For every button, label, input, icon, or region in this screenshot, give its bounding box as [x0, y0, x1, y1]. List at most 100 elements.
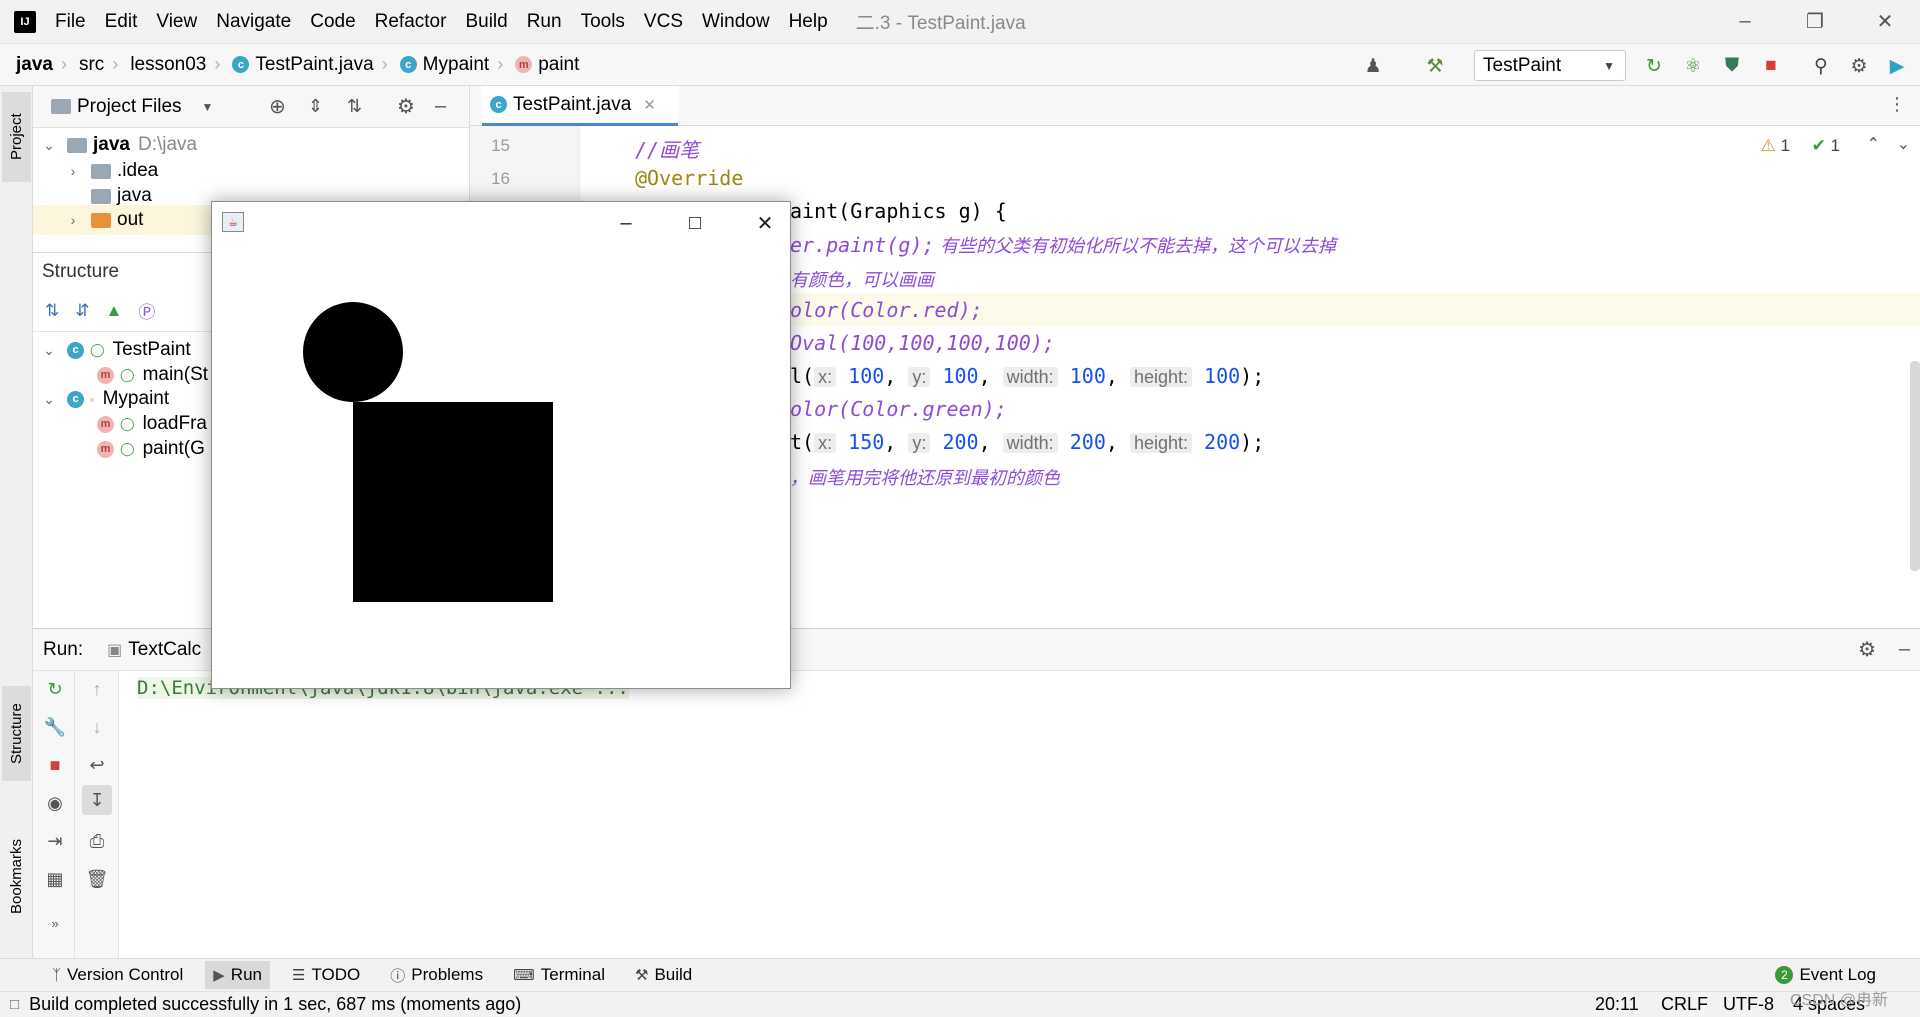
more-icon[interactable]: »	[43, 911, 67, 935]
project-panel-header: Project Files ▼ ⊕ ⇕ ⇅ ⚙ –	[33, 86, 469, 128]
tool-version-control[interactable]: ᛉ Version Control	[44, 961, 191, 989]
hide-panel-icon[interactable]: –	[1899, 638, 1910, 661]
tool-todo[interactable]: ☰ TODO	[284, 961, 368, 989]
code-comment: 有些的父类有初始化所以不能去掉，这个可以去掉	[940, 236, 1337, 256]
breadcrumb-project[interactable]: java	[16, 54, 53, 76]
bookmarks-tool-tab[interactable]: Bookmarks	[2, 826, 31, 926]
warning-indicator[interactable]: ⚠ 1	[1761, 136, 1790, 156]
tool-build[interactable]: ⚒ Build	[627, 961, 700, 989]
breadcrumb-file[interactable]: c TestPaint.java	[232, 53, 374, 76]
hide-panel-icon[interactable]: –	[435, 95, 446, 118]
run-configuration-selector[interactable]: TestPaint ▼	[1474, 50, 1626, 81]
line-separator[interactable]: CRLF	[1661, 994, 1708, 1015]
expand-all-icon[interactable]: ⇕	[308, 96, 323, 117]
settings-gear-icon[interactable]: ⚙	[1858, 637, 1876, 662]
structure-item-label: Mypaint	[102, 388, 170, 409]
close-button[interactable]: ✕	[1865, 6, 1905, 36]
arrow-down-icon[interactable]: ↓	[85, 715, 109, 739]
settings-gear-icon[interactable]: ⚙	[1848, 55, 1870, 77]
arrow-up-icon[interactable]: ↑	[85, 677, 109, 701]
tool-problems[interactable]: ⓘ Problems	[382, 961, 491, 990]
code-token: );	[1240, 430, 1265, 454]
java-frame-window[interactable]: ☕ – □ ✕	[211, 201, 791, 689]
coverage-shield-icon[interactable]: ⛊	[1721, 55, 1743, 77]
search-icon[interactable]: ⚲	[1810, 55, 1832, 77]
close-tab-icon[interactable]: ✕	[643, 96, 656, 114]
print-icon[interactable]: ⎙	[85, 829, 109, 853]
java-frame-titlebar[interactable]: ☕ – □ ✕	[212, 202, 790, 242]
breadcrumb-class[interactable]: c Mypaint	[399, 54, 489, 76]
menu-edit[interactable]: Edit	[105, 11, 138, 33]
chevron-down-icon: ⌄	[43, 341, 55, 358]
file-encoding[interactable]: UTF-8	[1723, 994, 1774, 1015]
layout-icon[interactable]: ▦	[43, 867, 67, 891]
tool-terminal[interactable]: ⌨ Terminal	[505, 961, 613, 989]
breadcrumb-separator: ›	[214, 54, 221, 74]
caret-position[interactable]: 20:11	[1595, 994, 1639, 1015]
collapse-all-icon[interactable]: ⇅	[347, 96, 362, 117]
menu-build[interactable]: Build	[465, 11, 507, 33]
menu-help[interactable]: Help	[789, 11, 828, 33]
editor-tab-testpaint[interactable]: c TestPaint.java ✕	[482, 86, 678, 126]
tree-item-label: java	[117, 185, 152, 206]
frame-close-button[interactable]: ✕	[742, 206, 788, 240]
show-inherited-icon[interactable]: ▲	[106, 301, 123, 321]
sort-by-visibility-icon[interactable]: ⇅	[45, 301, 59, 321]
frame-maximize-button[interactable]: □	[672, 206, 718, 240]
editor-scrollbar[interactable]	[1910, 361, 1920, 571]
editor-tab-label: TestPaint.java	[513, 93, 632, 115]
menu-vcs[interactable]: VCS	[644, 11, 683, 33]
wrench-icon[interactable]: 🔧	[43, 715, 67, 739]
breadcrumb-src[interactable]: src	[79, 54, 104, 76]
settings-gear-icon[interactable]: ⚙	[397, 94, 415, 119]
menu-run[interactable]: Run	[527, 11, 562, 33]
user-icon[interactable]: ♟	[1362, 55, 1384, 77]
more-options-icon[interactable]: ⋮	[1888, 94, 1906, 115]
menu-navigate[interactable]: Navigate	[216, 11, 291, 33]
structure-tool-tab[interactable]: Structure	[2, 686, 31, 781]
scroll-to-end-icon[interactable]: ↧	[82, 785, 112, 815]
ok-indicator[interactable]: ✔ 1	[1812, 136, 1840, 156]
minimize-button[interactable]: –	[1725, 6, 1765, 36]
chevron-up-icon[interactable]: ⌃	[1867, 134, 1880, 154]
navigation-bar: java › src › lesson03 › c TestPaint.java …	[0, 43, 1920, 86]
locate-crosshair-icon[interactable]: ⊕	[269, 94, 286, 119]
soft-wrap-icon[interactable]: ↩	[85, 753, 109, 777]
camera-icon[interactable]: ◉	[43, 791, 67, 815]
project-view-selector[interactable]: Project Files	[77, 96, 182, 118]
line-number: 15	[491, 136, 510, 155]
rerun-icon[interactable]: ↻	[1643, 55, 1665, 77]
stop-icon[interactable]: ■	[1760, 55, 1782, 77]
stop-icon[interactable]: ■	[43, 753, 67, 777]
code-token: ,	[1105, 364, 1130, 388]
restore-button[interactable]: ❐	[1795, 6, 1835, 36]
menu-code[interactable]: Code	[310, 11, 355, 33]
frame-minimize-button[interactable]: –	[603, 206, 649, 240]
build-hammer-icon[interactable]: ⚒	[1424, 55, 1446, 77]
rerun-icon[interactable]: ↻	[43, 677, 67, 701]
debug-bug-icon[interactable]: ⚛	[1682, 55, 1704, 77]
chevron-down-icon[interactable]: ⌄	[1897, 134, 1910, 154]
breadcrumb-method[interactable]: m paint	[515, 54, 579, 76]
breadcrumb-label: TestPaint.java	[255, 53, 374, 75]
tool-run[interactable]: ▶ Run	[205, 961, 270, 989]
toggle-tool-windows-icon[interactable]: □	[10, 996, 19, 1013]
project-tool-tab[interactable]: Project	[2, 92, 31, 182]
restore-layout-icon[interactable]: ⇥	[43, 829, 67, 853]
menu-file[interactable]: File	[55, 11, 86, 33]
chevron-down-icon: ⌄	[43, 390, 55, 407]
tree-item-label: out	[117, 209, 144, 230]
menu-window[interactable]: Window	[702, 11, 770, 33]
chevron-down-icon[interactable]: ▼	[202, 100, 214, 114]
trash-icon[interactable]: 🗑	[85, 867, 109, 891]
breadcrumb-package[interactable]: lesson03	[130, 54, 206, 76]
structure-item-paint[interactable]: m ◯ paint(G	[97, 434, 205, 464]
run-tab-label[interactable]: TextCalc	[128, 639, 201, 661]
menu-tools[interactable]: Tools	[581, 11, 625, 33]
menu-view[interactable]: View	[156, 11, 197, 33]
event-log-button[interactable]: 2 Event Log	[1767, 961, 1884, 989]
show-properties-icon[interactable]: Ⓟ	[138, 298, 155, 323]
sort-alphabetically-icon[interactable]: ⇵	[75, 301, 89, 321]
plugin-icon[interactable]: ▶	[1886, 55, 1908, 77]
menu-refactor[interactable]: Refactor	[375, 11, 447, 33]
